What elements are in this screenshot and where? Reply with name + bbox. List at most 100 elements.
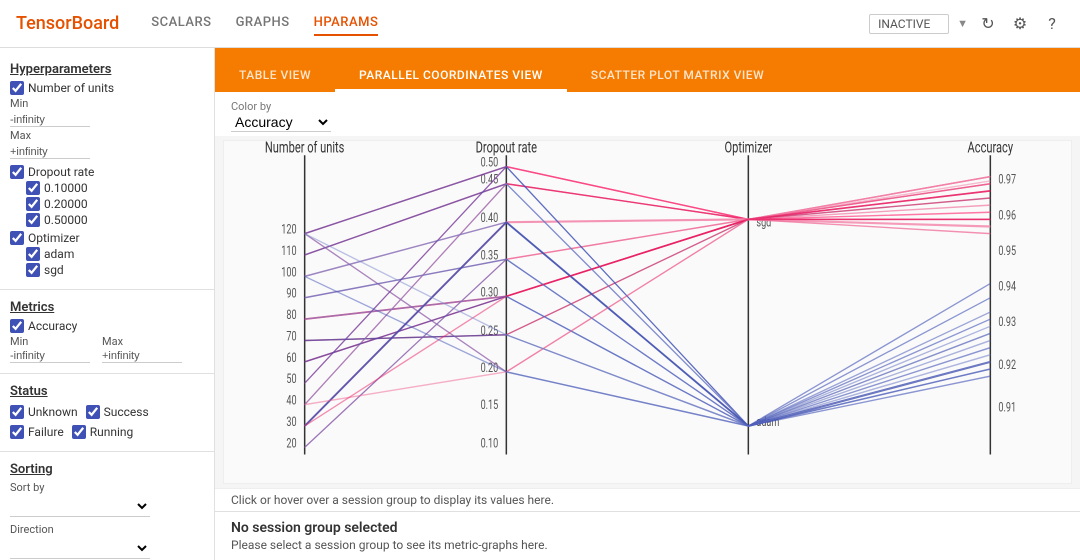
optimizer-adam-row: adam — [26, 247, 204, 261]
svg-text:Accuracy: Accuracy — [968, 141, 1014, 157]
header-right: INACTIVE ▼ ↻ ⚙ ? — [869, 12, 1064, 36]
main-layout: Hyperparameters Number of units Min -inf… — [0, 48, 1080, 560]
parallel-coordinates-chart: Number of units Dropout rate Optimizer A… — [224, 141, 1071, 483]
max-label: Max — [10, 129, 31, 142]
dropout-rate-row: Dropout rate — [10, 165, 204, 179]
svg-text:40: 40 — [286, 393, 296, 408]
optimizer-adam-checkbox[interactable] — [26, 247, 40, 261]
svg-text:90: 90 — [286, 286, 296, 301]
dropout-050-label: 0.50000 — [44, 213, 88, 227]
dropout-010-row: 0.10000 — [26, 181, 204, 195]
optimizer-sgd-checkbox[interactable] — [26, 263, 40, 277]
status-failure-checkbox[interactable] — [10, 425, 24, 439]
optimizer-checkbox[interactable] — [10, 231, 24, 245]
accuracy-label: Accuracy — [28, 319, 77, 333]
metrics-title: Metrics — [10, 300, 204, 315]
svg-text:Optimizer: Optimizer — [725, 141, 773, 157]
metrics-max-group: Max — [102, 335, 182, 363]
metrics-min-label: Min — [10, 335, 90, 348]
svg-text:50: 50 — [286, 372, 296, 387]
content: TABLE VIEW PARALLEL COORDINATES VIEW SCA… — [215, 48, 1080, 560]
chart-area: Number of units Dropout rate Optimizer A… — [223, 140, 1072, 484]
status-title: Status — [10, 384, 204, 399]
number-of-units-row: Number of units — [10, 81, 204, 95]
sorting-title: Sorting — [10, 462, 204, 477]
accuracy-row: Accuracy — [10, 319, 204, 333]
status-success-label: Success — [104, 405, 149, 419]
main-content: Color by Accuracy — [215, 92, 1080, 560]
min-row: Min — [10, 97, 204, 110]
svg-text:0.50: 0.50 — [481, 155, 499, 170]
status-success-row: Success — [86, 405, 149, 419]
logo: TensorBoard — [16, 13, 119, 34]
sorting-section: Sorting Sort by Direction — [0, 456, 214, 560]
dropout-rate-checkbox[interactable] — [10, 165, 24, 179]
optimizer-adam-label: adam — [44, 247, 74, 261]
status-badge[interactable]: INACTIVE — [869, 14, 949, 34]
status-unknown-label: Unknown — [28, 405, 78, 419]
optimizer-sgd-row: sgd — [26, 263, 204, 277]
settings-icon[interactable]: ⚙ — [1008, 12, 1032, 36]
help-icon[interactable]: ? — [1040, 12, 1064, 36]
status-unknown-checkbox[interactable] — [10, 405, 24, 419]
min-label: Min — [10, 97, 28, 110]
status-success-checkbox[interactable] — [86, 405, 100, 419]
dropout-rate-label: Dropout rate — [28, 165, 94, 179]
color-by-wrapper: Accuracy — [231, 113, 1064, 132]
tab-bar: TABLE VIEW PARALLEL COORDINATES VIEW SCA… — [215, 48, 1080, 92]
optimizer-sgd-label: sgd — [44, 263, 64, 277]
hyperparameters-title: Hyperparameters — [10, 62, 204, 77]
svg-text:0.10: 0.10 — [481, 436, 499, 451]
tab-parallel-coordinates[interactable]: PARALLEL COORDINATES VIEW — [335, 58, 567, 92]
svg-text:0.93: 0.93 — [998, 315, 1016, 330]
min-input[interactable]: -infinity — [10, 114, 90, 127]
metrics-min-input[interactable] — [10, 350, 90, 363]
svg-text:0.91: 0.91 — [998, 400, 1016, 415]
dropout-010-label: 0.10000 — [44, 181, 88, 195]
optimizer-values: adam sgd — [10, 247, 204, 277]
nav-graphs[interactable]: GRAPHS — [236, 11, 290, 36]
number-of-units-label: Number of units — [28, 81, 114, 95]
refresh-icon[interactable]: ↻ — [976, 12, 1000, 36]
svg-text:0.40: 0.40 — [481, 211, 499, 226]
nav-scalars[interactable]: SCALARS — [151, 11, 211, 36]
max-row: Max — [10, 129, 204, 142]
svg-text:110: 110 — [281, 243, 296, 258]
session-group-section: No session group selected Please select … — [215, 511, 1080, 560]
sort-by-select[interactable] — [10, 496, 150, 517]
svg-text:20: 20 — [286, 436, 296, 451]
status-failure-label: Failure — [28, 425, 64, 439]
dropout-010-checkbox[interactable] — [26, 181, 40, 195]
dropout-050-checkbox[interactable] — [26, 213, 40, 227]
direction-select[interactable] — [10, 538, 150, 559]
status-running-checkbox[interactable] — [72, 425, 86, 439]
header: TensorBoard SCALARS GRAPHS HPARAMS INACT… — [0, 0, 1080, 48]
tab-scatter-plot[interactable]: SCATTER PLOT MATRIX VIEW — [567, 58, 788, 92]
nav-items: SCALARS GRAPHS HPARAMS — [151, 11, 869, 36]
hover-info-text: Click or hover over a session group to d… — [231, 493, 554, 507]
dropout-050-row: 0.50000 — [26, 213, 204, 227]
tab-table-view[interactable]: TABLE VIEW — [215, 58, 335, 92]
direction-label: Direction — [10, 523, 204, 536]
dropout-020-label: 0.20000 — [44, 197, 88, 211]
svg-text:80: 80 — [286, 308, 296, 323]
session-group-title: No session group selected — [231, 520, 1064, 536]
dropout-values: 0.10000 0.20000 0.50000 — [10, 181, 204, 227]
accuracy-checkbox[interactable] — [10, 319, 24, 333]
svg-text:100: 100 — [281, 265, 296, 280]
svg-text:0.94: 0.94 — [998, 279, 1016, 294]
color-by-select[interactable]: Accuracy — [231, 113, 331, 132]
color-by-section: Color by Accuracy — [215, 92, 1080, 136]
sort-by-label: Sort by — [10, 481, 204, 494]
hover-info: Click or hover over a session group to d… — [215, 488, 1080, 511]
number-of-units-checkbox[interactable] — [10, 81, 24, 95]
optimizer-row: Optimizer — [10, 231, 204, 245]
sidebar: Hyperparameters Number of units Min -inf… — [0, 48, 215, 560]
metrics-max-input[interactable] — [102, 350, 182, 363]
nav-hparams[interactable]: HPARAMS — [314, 11, 379, 36]
svg-text:60: 60 — [286, 350, 296, 365]
svg-text:Number of units: Number of units — [265, 141, 345, 157]
status-running-row: Running — [72, 425, 134, 439]
dropout-020-checkbox[interactable] — [26, 197, 40, 211]
max-input[interactable]: +infinity — [10, 146, 90, 159]
